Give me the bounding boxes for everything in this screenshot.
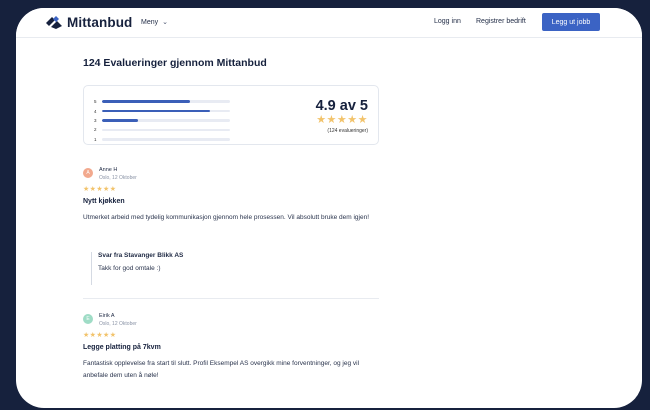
avatar: A bbox=[83, 168, 93, 178]
rating-bar-label: 5 bbox=[94, 99, 97, 105]
reviewer-name: Anne H bbox=[99, 167, 118, 173]
register-company-link[interactable]: Registrer bedrift bbox=[476, 18, 526, 25]
rating-bar-label: 4 bbox=[94, 108, 97, 114]
review-item: E Eirik A Oslo, 12 Oktober ★★★★★ Legge p… bbox=[83, 313, 379, 404]
review-item: A Anne H Oslo, 12 Oktober ★★★★★ Nytt kjø… bbox=[83, 167, 379, 298]
review-stars-icon: ★★★★★ bbox=[83, 186, 117, 193]
rating-bar-row: 4 bbox=[94, 106, 230, 115]
reply-title: Svar fra Stavanger Blikk AS bbox=[98, 252, 184, 259]
rating-bar-fill bbox=[102, 109, 210, 113]
review-meta: Oslo, 12 Oktober bbox=[99, 175, 137, 181]
company-reply: Svar fra Stavanger Blikk AS Takk for god… bbox=[91, 252, 379, 285]
rating-bar-fill bbox=[102, 119, 138, 122]
rating-bar-label: 3 bbox=[94, 117, 97, 123]
avatar: E bbox=[83, 314, 93, 324]
rating-bar-track bbox=[102, 100, 230, 103]
review-title: Nytt kjøkken bbox=[83, 198, 125, 205]
review-count: (124 evalueringer) bbox=[327, 128, 368, 134]
menu-label: Meny bbox=[141, 18, 159, 26]
rating-bar-label: 1 bbox=[94, 136, 97, 142]
menu-dropdown[interactable]: Meny ⌄ bbox=[141, 18, 168, 27]
rating-bar-row: 3 bbox=[94, 116, 230, 125]
rating-bar-track bbox=[102, 128, 230, 132]
login-link[interactable]: Logg inn bbox=[434, 18, 461, 25]
top-navigation: Mittanbud Meny ⌄ Logg inn Registrer bedr… bbox=[16, 8, 642, 38]
rating-bar-track bbox=[102, 109, 230, 113]
rating-distribution: 5 4 3 2 1 bbox=[94, 97, 230, 144]
review-title: Legge platting på 7kvm bbox=[83, 344, 161, 351]
rating-summary-card: 5 4 3 2 1 4.9 av 5 ★★★★★ (124 evalueringer) bbox=[83, 85, 379, 145]
post-job-button[interactable]: Legg ut jobb bbox=[542, 13, 600, 31]
rating-bar-label: 2 bbox=[94, 127, 97, 133]
average-score: 4.9 av 5 bbox=[315, 98, 368, 114]
score-block: 4.9 av 5 ★★★★★ (124 evalueringer) bbox=[288, 98, 368, 134]
average-stars-icon: ★★★★★ bbox=[316, 114, 368, 126]
chevron-down-icon: ⌄ bbox=[162, 19, 168, 26]
review-text: Utmerket arbeid med tydelig kommunikasjo… bbox=[83, 214, 370, 221]
reviewer-name: Eirik A bbox=[99, 313, 115, 319]
rating-bar-row: 1 bbox=[94, 135, 230, 144]
browser-screen: Mittanbud Meny ⌄ Logg inn Registrer bedr… bbox=[16, 8, 642, 408]
page-title: 124 Evalueringer gjennom Mittanbud bbox=[83, 57, 267, 69]
rating-bar-track bbox=[102, 137, 230, 141]
logo[interactable]: Mittanbud bbox=[46, 15, 132, 30]
rating-bar-row: 5 bbox=[94, 97, 230, 106]
rating-bar-fill bbox=[102, 100, 191, 103]
review-meta: Oslo, 12 Oktober bbox=[99, 321, 137, 327]
rating-bar-track bbox=[102, 119, 230, 122]
mittanbud-logo-icon bbox=[46, 15, 62, 29]
rating-bar-row: 2 bbox=[94, 125, 230, 134]
review-text: Fantastisk opplevelse fra start til slut… bbox=[83, 360, 360, 379]
divider bbox=[83, 298, 379, 299]
logo-text: Mittanbud bbox=[67, 15, 133, 30]
reply-text: Takk for god omtale :) bbox=[98, 265, 161, 272]
review-stars-icon: ★★★★★ bbox=[83, 332, 117, 339]
